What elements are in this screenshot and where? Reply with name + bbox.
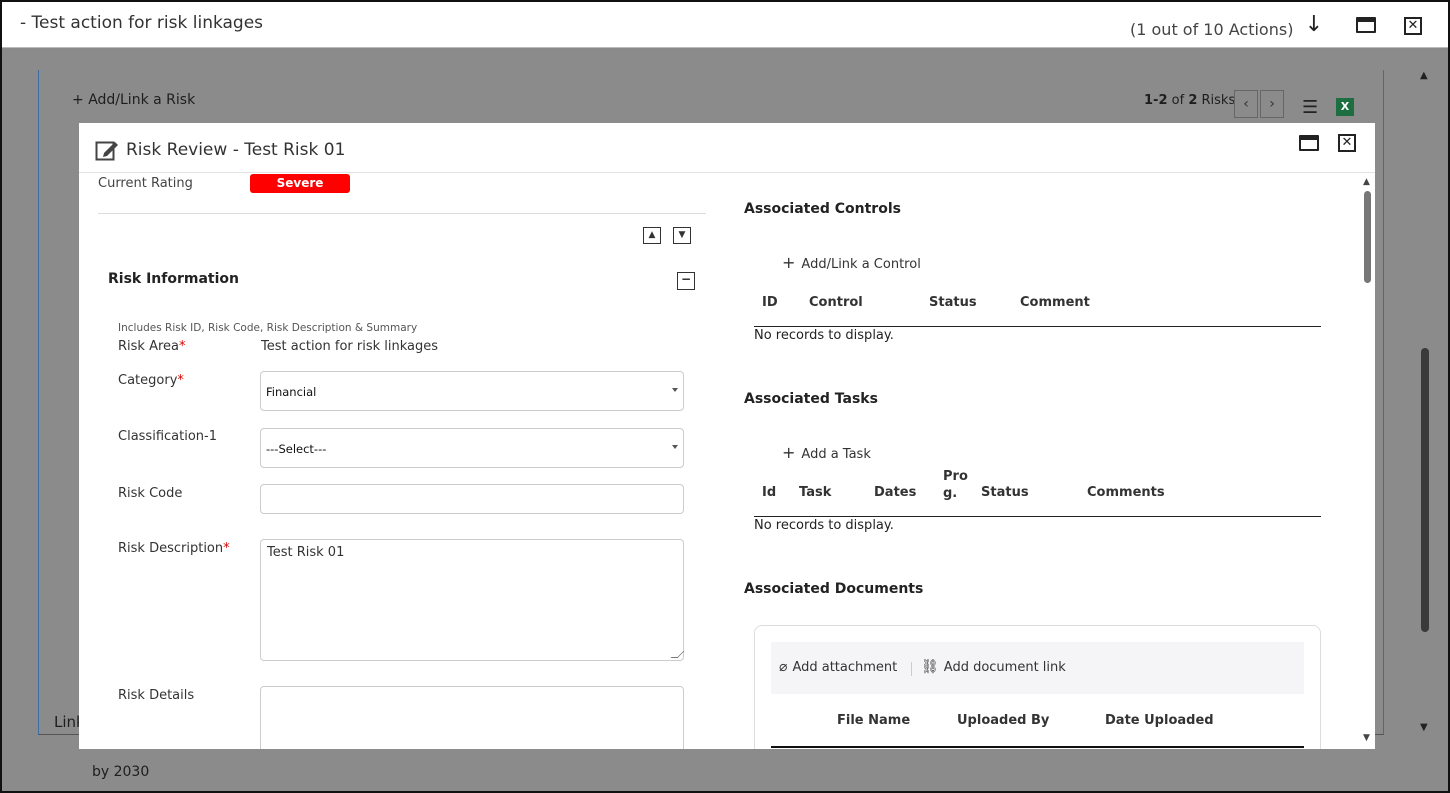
modal-title: Risk Review - Test Risk 01 [126,140,346,160]
current-rating-badge: Severe [250,174,350,193]
risk-details-textarea[interactable] [260,686,684,749]
chevron-down-icon [672,388,678,392]
modal-header: Risk Review - Test Risk 01 ✕ [79,123,1375,173]
close-icon[interactable]: ✕ [1404,17,1422,35]
risk-form-panel: Current Rating Severe ▲ ▼ Risk Informati… [98,173,706,749]
documents-box: ⌀ Add attachment ⛓ Add document link File … [754,625,1321,749]
background-by-text: by 2030 [92,764,150,780]
add-task-button[interactable]: + Add a Task [782,443,871,462]
link-icon: ⛓ [921,659,939,675]
associated-controls-title: Associated Controls [744,201,901,217]
add-attachment-button[interactable]: ⌀ Add attachment [779,659,897,675]
table-header-line [754,516,1321,517]
category-label: Category* [118,373,184,388]
risk-area-value: Test action for risk linkages [261,339,439,354]
caret-down-icon: ▼ [678,230,686,240]
controls-empty-message: No records to display. [754,328,894,343]
add-link-control-button[interactable]: + Add/Link a Control [782,253,921,272]
modal-maximize-icon[interactable] [1299,135,1319,151]
tasks-col-task: Task [799,485,832,500]
page-scrollbar[interactable]: ▲ ▼ [1420,70,1430,778]
risk-review-modal: Risk Review - Test Risk 01 ✕ Current Rat… [79,123,1375,749]
documents-toolbar: ⌀ Add attachment ⛓ Add document link [771,642,1304,694]
required-marker: * [177,373,184,388]
documents-col-file-name: File Name [837,713,911,728]
tasks-col-comments: Comments [1087,485,1165,500]
section-title: Risk Information [108,271,239,287]
move-up-button[interactable]: ▲ [643,227,661,244]
tasks-col-dates: Dates [874,485,917,500]
associated-tasks-title: Associated Tasks [744,391,878,407]
associated-documents-title: Associated Documents [744,581,924,597]
plus-icon: + [782,443,796,462]
pager-text: 1-2 of 2 Risks [1144,93,1236,108]
risk-information-header[interactable]: Risk Information − [98,258,706,296]
risk-details-label: Risk Details [118,688,195,703]
classification-select[interactable]: ---Select--- [260,428,684,468]
current-rating-label: Current Rating [98,176,193,191]
chevron-left-icon: ‹ [1243,96,1249,112]
collapse-icon[interactable]: − [677,272,695,290]
risk-description-label: Risk Description* [118,541,230,556]
documents-col-date-uploaded: Date Uploaded [1105,713,1214,728]
modal-scrollbar-thumb[interactable] [1364,191,1371,283]
add-link-risk-button[interactable]: + Add/Link a Risk [72,92,195,108]
table-header-line [754,326,1321,327]
pager-next-button[interactable]: › [1260,90,1284,118]
category-select[interactable]: Financial [260,371,684,411]
arrow-down-icon[interactable]: ↓ [1302,14,1326,38]
tasks-col-progress-line2: g. [943,486,958,501]
action-title-bar: - Test action for risk linkages (1 out o… [2,2,1448,48]
risk-code-label: Risk Code [118,486,183,501]
page-scrollbar-thumb[interactable] [1421,348,1429,632]
documents-col-uploaded-by: Uploaded By [957,713,1050,728]
plus-icon: + [782,253,796,272]
plus-icon: + [72,92,89,108]
modal-scrollbar[interactable]: ▲ ▼ [1363,177,1373,749]
required-marker: * [179,339,186,354]
edit-icon [95,141,118,161]
table-header-line [771,746,1304,748]
caret-up-icon: ▲ [648,230,656,240]
filter-settings-icon[interactable]: ☰ [1302,97,1318,118]
modal-close-icon[interactable]: ✕ [1338,134,1356,152]
scroll-up-icon[interactable]: ▲ [1363,177,1370,187]
action-count: (1 out of 10 Actions) [1130,20,1294,39]
maximize-icon[interactable] [1356,17,1376,33]
controls-col-status: Status [929,295,977,310]
tasks-col-progress-line1: Pro [943,469,968,484]
action-title: - Test action for risk linkages [20,13,264,33]
tasks-col-status: Status [981,485,1029,500]
app-window: + Add/Link a Risk 1-2 of 2 Risks ‹ › ☰ X… [0,0,1450,793]
controls-col-control: Control [809,295,863,310]
required-marker: * [223,541,230,556]
add-document-link-button[interactable]: ⛓ Add document link [921,659,1066,675]
controls-col-id: ID [762,295,778,310]
risk-code-input[interactable] [260,484,684,514]
move-down-button[interactable]: ▼ [673,227,691,244]
toolbar-separator [911,662,912,676]
tasks-empty-message: No records to display. [754,518,894,533]
chevron-right-icon: › [1269,96,1275,112]
associations-panel: Associated Controls + Add/Link a Control … [744,173,1364,749]
scroll-up-icon[interactable]: ▲ [1420,70,1428,81]
controls-col-comment: Comment [1020,295,1090,310]
tasks-col-id: Id [762,485,777,500]
paperclip-icon: ⌀ [779,659,788,675]
chevron-down-icon [672,445,678,449]
risk-area-label: Risk Area* [118,339,186,354]
excel-export-icon[interactable]: X [1336,98,1354,116]
scroll-down-icon[interactable]: ▼ [1420,722,1428,733]
risk-description-textarea[interactable]: Test Risk 01 [260,539,685,661]
classification-label: Classification-1 [118,429,217,444]
pager-prev-button[interactable]: ‹ [1234,90,1258,118]
includes-note: Includes Risk ID, Risk Code, Risk Descri… [118,322,418,334]
resize-grip-icon[interactable] [670,651,685,658]
divider [98,213,706,214]
scroll-down-icon[interactable]: ▼ [1363,733,1370,743]
